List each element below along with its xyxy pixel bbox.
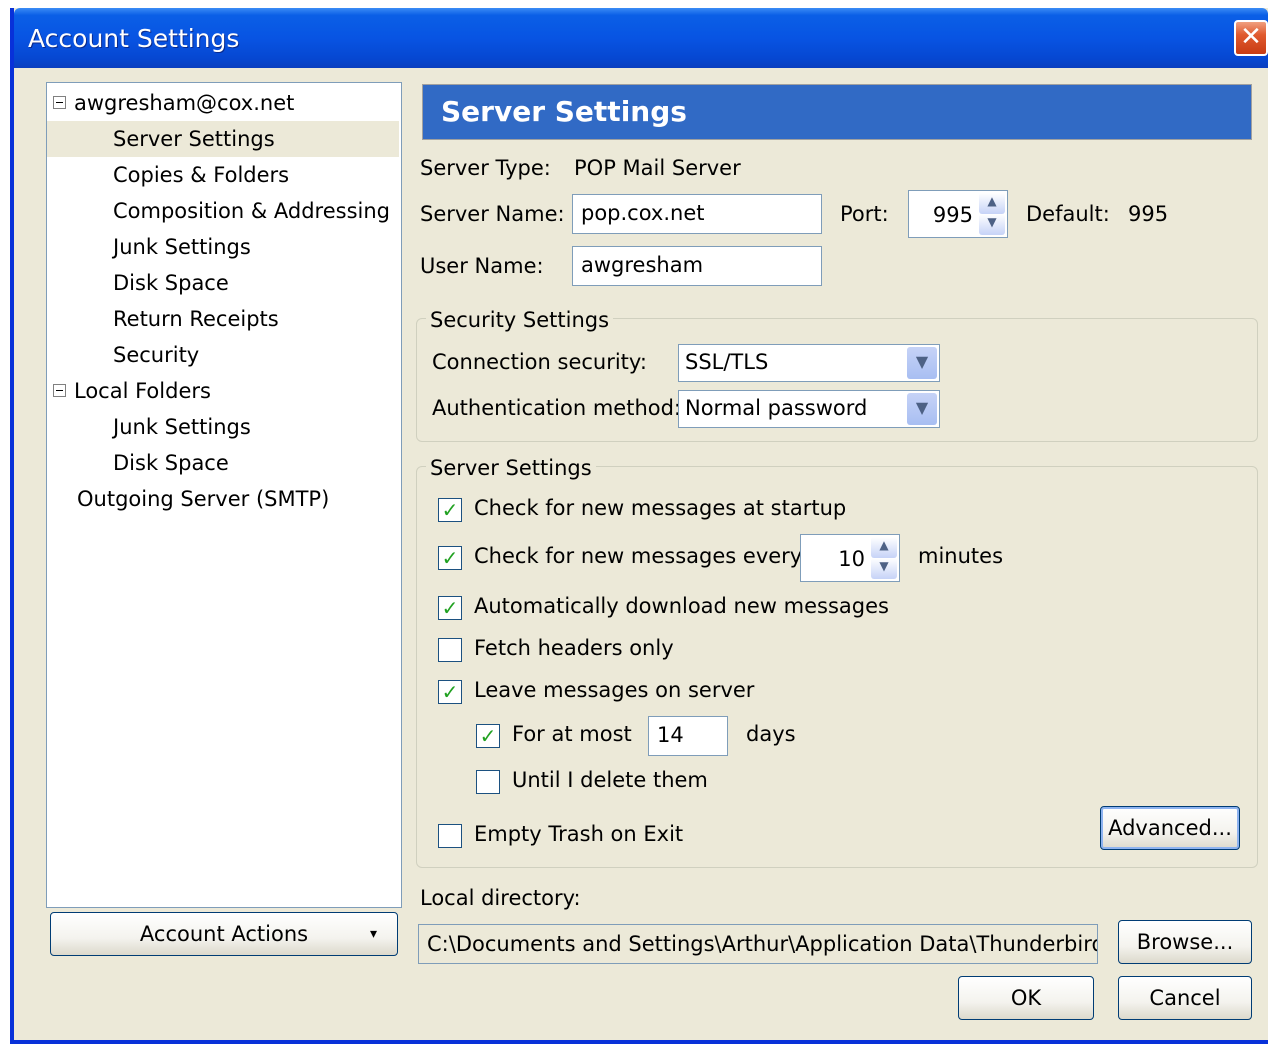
chevron-down-icon[interactable]: ▼ bbox=[907, 393, 937, 425]
server-name-input[interactable]: pop.cox.net bbox=[572, 194, 822, 234]
account-actions-button[interactable]: Account Actions ▾ bbox=[50, 912, 398, 956]
tree-item-outgoing-server[interactable]: Outgoing Server (SMTP) bbox=[77, 481, 329, 517]
connection-security-select[interactable]: SSL/TLS ▼ bbox=[678, 344, 940, 382]
check-interval-value: 10 bbox=[838, 547, 865, 571]
tree-item-label: Security bbox=[113, 343, 200, 367]
tree-item-label: Copies & Folders bbox=[113, 163, 290, 187]
tree-item-junk-settings[interactable]: Junk Settings bbox=[113, 229, 251, 265]
check-every-label[interactable]: Check for new messages every bbox=[474, 544, 802, 568]
dropdown-arrow-icon: ▾ bbox=[369, 926, 377, 942]
check-interval-spinner[interactable]: 10 ▲ ▼ bbox=[800, 534, 900, 582]
default-port-label: Default: bbox=[1026, 202, 1110, 226]
tree-item-server-settings[interactable]: Server Settings bbox=[47, 121, 399, 157]
tree-item-return-receipts[interactable]: Return Receipts bbox=[113, 301, 279, 337]
advanced-button[interactable]: Advanced... bbox=[1100, 806, 1240, 850]
tree-item-label: Disk Space bbox=[113, 271, 229, 295]
until-delete-checkbox[interactable] bbox=[476, 770, 500, 794]
auth-method-select[interactable]: Normal password ▼ bbox=[678, 390, 940, 428]
server-name-label: Server Name: bbox=[420, 202, 565, 226]
ok-button[interactable]: OK bbox=[958, 976, 1094, 1020]
local-directory-path[interactable]: C:\Documents and Settings\Arthur\Applica… bbox=[418, 924, 1098, 964]
tree-item-label: Outgoing Server (SMTP) bbox=[77, 487, 330, 511]
auth-method-value: Normal password bbox=[685, 396, 868, 420]
port-label: Port: bbox=[840, 202, 889, 226]
tree-item-label: Local Folders bbox=[74, 379, 211, 403]
fetch-headers-checkbox[interactable] bbox=[438, 638, 462, 662]
default-port-value: 995 bbox=[1128, 202, 1169, 226]
tree-item-composition-addressing[interactable]: Composition & Addressing bbox=[113, 193, 390, 229]
empty-trash-label[interactable]: Empty Trash on Exit bbox=[474, 822, 683, 846]
connection-security-value: SSL/TLS bbox=[685, 350, 769, 374]
port-spinner[interactable]: 995 ▲ ▼ bbox=[908, 190, 1008, 238]
collapse-icon[interactable] bbox=[53, 95, 66, 109]
tree-item-label: Composition & Addressing bbox=[113, 199, 390, 223]
check-startup-checkbox[interactable]: ✓ bbox=[438, 498, 462, 522]
tree-item-disk-space[interactable]: Disk Space bbox=[113, 265, 229, 301]
panel-header: Server Settings bbox=[422, 84, 1252, 140]
server-settings-caption: Server Settings bbox=[426, 456, 596, 480]
user-name-label: User Name: bbox=[420, 254, 544, 278]
tree-item-local-folders[interactable]: Local Folders bbox=[53, 373, 211, 409]
connection-security-label: Connection security: bbox=[432, 350, 647, 374]
leave-on-server-label[interactable]: Leave messages on server bbox=[474, 678, 754, 702]
local-directory-label: Local directory: bbox=[420, 886, 581, 910]
tree-item-account[interactable]: awgresham@cox.net bbox=[53, 85, 393, 121]
user-name-input[interactable]: awgresham bbox=[572, 246, 822, 286]
account-tree[interactable]: awgresham@cox.net Server Settings Copies… bbox=[46, 82, 402, 908]
tree-item-label: Server Settings bbox=[113, 127, 275, 151]
spin-up-icon[interactable]: ▲ bbox=[871, 537, 897, 558]
security-settings-caption: Security Settings bbox=[426, 308, 614, 332]
tree-item-local-disk-space[interactable]: Disk Space bbox=[113, 445, 229, 481]
panel-title: Server Settings bbox=[441, 95, 687, 128]
empty-trash-checkbox[interactable] bbox=[438, 824, 462, 848]
auth-method-label: Authentication method: bbox=[432, 396, 682, 420]
until-delete-label[interactable]: Until I delete them bbox=[512, 768, 708, 792]
tree-item-copies-folders[interactable]: Copies & Folders bbox=[113, 157, 289, 193]
spin-down-icon[interactable]: ▼ bbox=[871, 558, 897, 579]
tree-item-label: awgresham@cox.net bbox=[74, 91, 295, 115]
chevron-down-icon[interactable]: ▼ bbox=[907, 347, 937, 379]
days-input[interactable]: 14 bbox=[648, 716, 728, 756]
spin-down-icon[interactable]: ▼ bbox=[979, 214, 1005, 235]
tree-item-label: Disk Space bbox=[113, 451, 229, 475]
tree-item-label: Junk Settings bbox=[113, 415, 251, 439]
server-type-label: Server Type: bbox=[420, 156, 551, 180]
title-bar[interactable]: Account Settings ✕ bbox=[14, 8, 1268, 68]
close-button[interactable]: ✕ bbox=[1234, 20, 1268, 56]
tree-item-security[interactable]: Security bbox=[113, 337, 199, 373]
tree-item-local-junk-settings[interactable]: Junk Settings bbox=[113, 409, 251, 445]
check-every-checkbox[interactable]: ✓ bbox=[438, 546, 462, 570]
auto-download-checkbox[interactable]: ✓ bbox=[438, 596, 462, 620]
account-settings-window: Account Settings ✕ awgresham@cox.net Ser… bbox=[10, 8, 1268, 1044]
for-at-most-label[interactable]: For at most bbox=[512, 722, 632, 746]
days-label: days bbox=[746, 722, 796, 746]
spin-up-icon[interactable]: ▲ bbox=[979, 193, 1005, 214]
account-actions-label: Account Actions bbox=[139, 922, 309, 946]
tree-item-label: Return Receipts bbox=[113, 307, 279, 331]
cancel-button[interactable]: Cancel bbox=[1118, 976, 1252, 1020]
browse-button[interactable]: Browse... bbox=[1118, 920, 1252, 964]
tree-item-label: Junk Settings bbox=[113, 235, 251, 259]
check-startup-label[interactable]: Check for new messages at startup bbox=[474, 496, 846, 520]
fetch-headers-label[interactable]: Fetch headers only bbox=[474, 636, 674, 660]
collapse-icon[interactable] bbox=[53, 383, 66, 397]
minutes-label: minutes bbox=[918, 544, 1004, 568]
port-value: 995 bbox=[932, 203, 973, 227]
server-type-value: POP Mail Server bbox=[574, 156, 741, 180]
leave-on-server-checkbox[interactable]: ✓ bbox=[438, 680, 462, 704]
auto-download-label[interactable]: Automatically download new messages bbox=[474, 594, 889, 618]
for-at-most-checkbox[interactable]: ✓ bbox=[476, 724, 500, 748]
window-title: Account Settings bbox=[28, 24, 240, 53]
